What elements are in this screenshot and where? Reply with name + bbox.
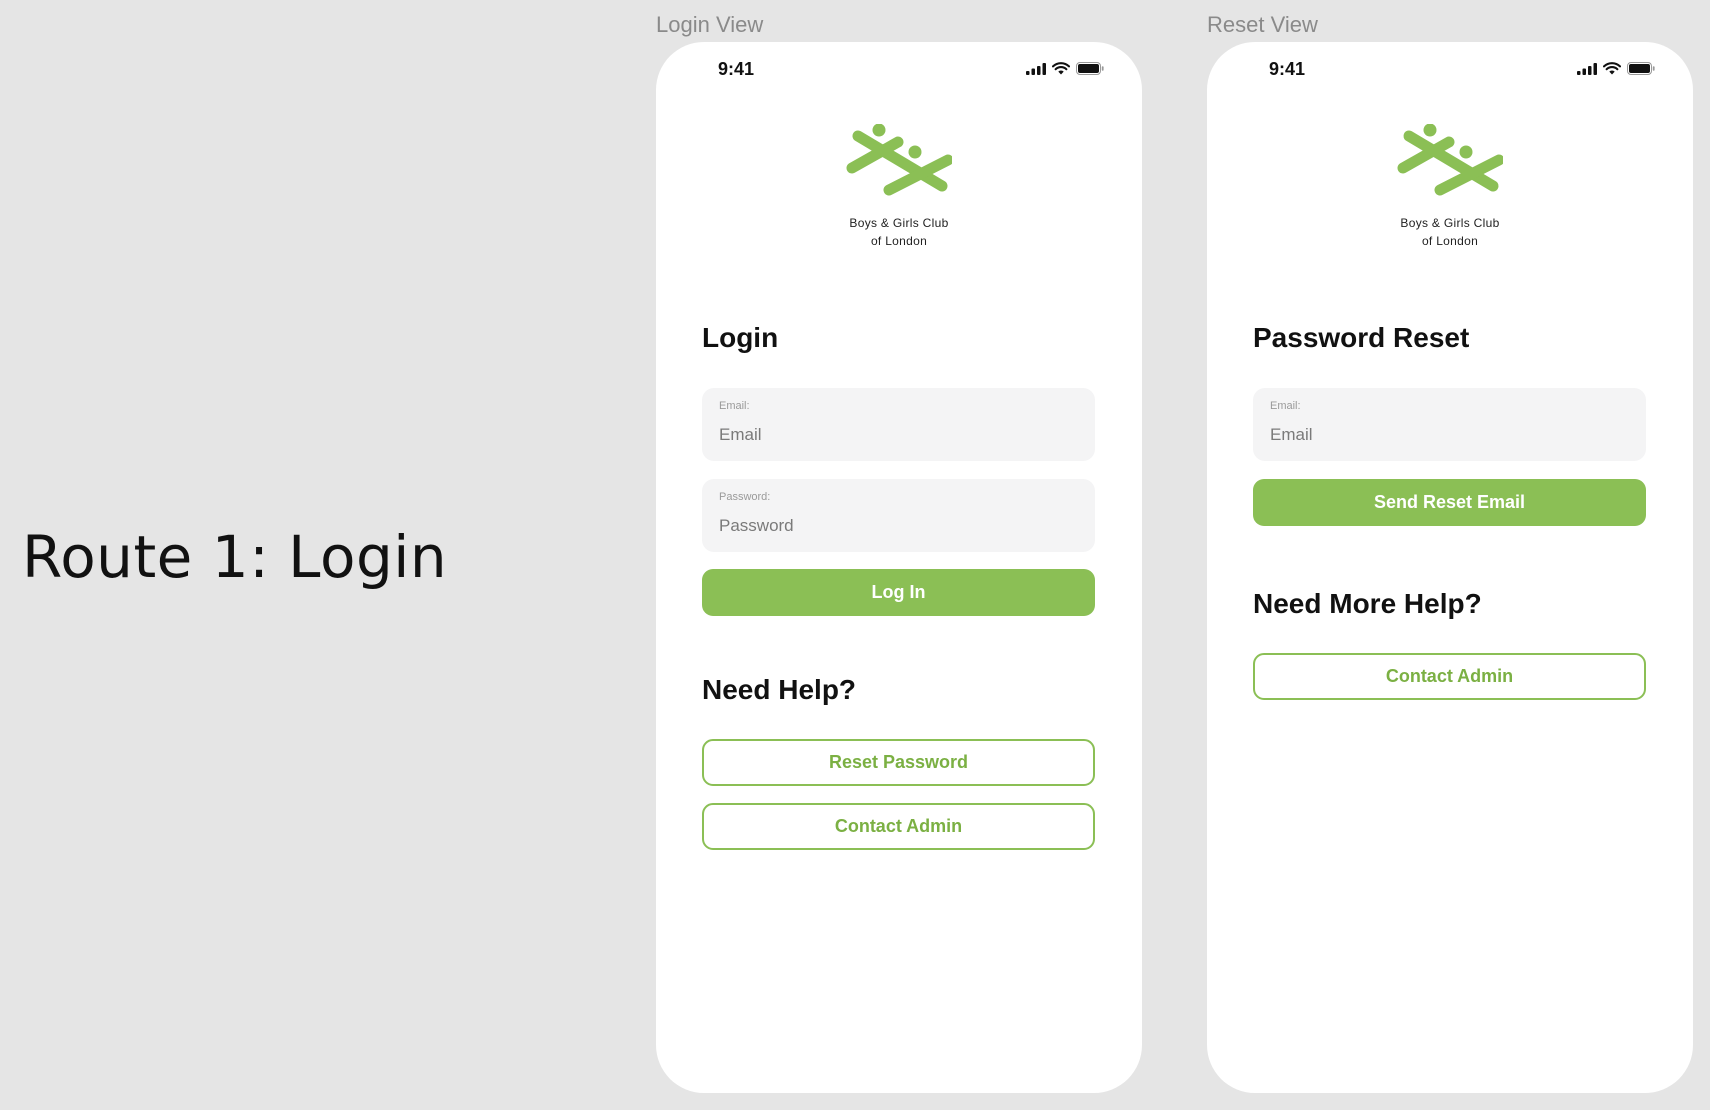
email-field-label: Email: <box>719 400 750 412</box>
status-icons <box>1577 62 1655 75</box>
battery-icon <box>1076 62 1104 75</box>
password-field-label: Password: <box>719 491 771 503</box>
battery-icon <box>1627 62 1655 75</box>
need-help-heading: Need Help? <box>702 674 857 705</box>
reset-password-button[interactable]: Reset Password <box>702 739 1095 786</box>
send-reset-email-button[interactable]: Send Reset Email <box>1253 479 1646 526</box>
status-time: 9:41 <box>1269 59 1306 79</box>
email-input[interactable] <box>719 422 1079 448</box>
club-logo-mark-icon <box>846 124 952 196</box>
club-logo-mark-icon <box>1397 124 1503 196</box>
login-heading: Login <box>702 322 779 353</box>
email-field[interactable]: Email: <box>1253 388 1646 461</box>
wifi-icon <box>1052 62 1070 75</box>
club-logo: Boys & Girls Club of London <box>656 124 1142 250</box>
signal-icon <box>1577 62 1597 75</box>
email-input[interactable] <box>1270 422 1630 448</box>
club-logo-text: Boys & Girls Club of London <box>1400 216 1500 248</box>
contact-admin-button[interactable]: Contact Admin <box>1253 653 1646 700</box>
email-field-label: Email: <box>1270 400 1301 412</box>
log-in-button[interactable]: Log In <box>702 569 1095 616</box>
status-bar: 9:41 <box>656 42 1142 102</box>
password-reset-heading: Password Reset <box>1253 322 1470 353</box>
contact-admin-button[interactable]: Contact Admin <box>702 803 1095 850</box>
need-more-help-heading: Need More Help? <box>1253 588 1482 619</box>
club-logo: Boys & Girls Club of London <box>1207 124 1693 250</box>
email-field[interactable]: Email: <box>702 388 1095 461</box>
route-title: Route 1: Login <box>22 523 448 591</box>
password-field[interactable]: Password: <box>702 479 1095 552</box>
reset-view-frame-label: Reset View <box>1207 12 1318 37</box>
login-view-frame-label: Login View <box>656 12 764 37</box>
reset-view-phone: 9:41 Boys & Girls Club of London Passwor… <box>1207 42 1693 1093</box>
status-time: 9:41 <box>718 59 755 79</box>
status-bar: 9:41 <box>1207 42 1693 102</box>
login-view-phone: 9:41 Boys & Girls Club of London Login E… <box>656 42 1142 1093</box>
signal-icon <box>1026 62 1046 75</box>
club-logo-text: Boys & Girls Club of London <box>849 216 949 248</box>
password-input[interactable] <box>719 513 1079 539</box>
wifi-icon <box>1603 62 1621 75</box>
status-icons <box>1026 62 1104 75</box>
